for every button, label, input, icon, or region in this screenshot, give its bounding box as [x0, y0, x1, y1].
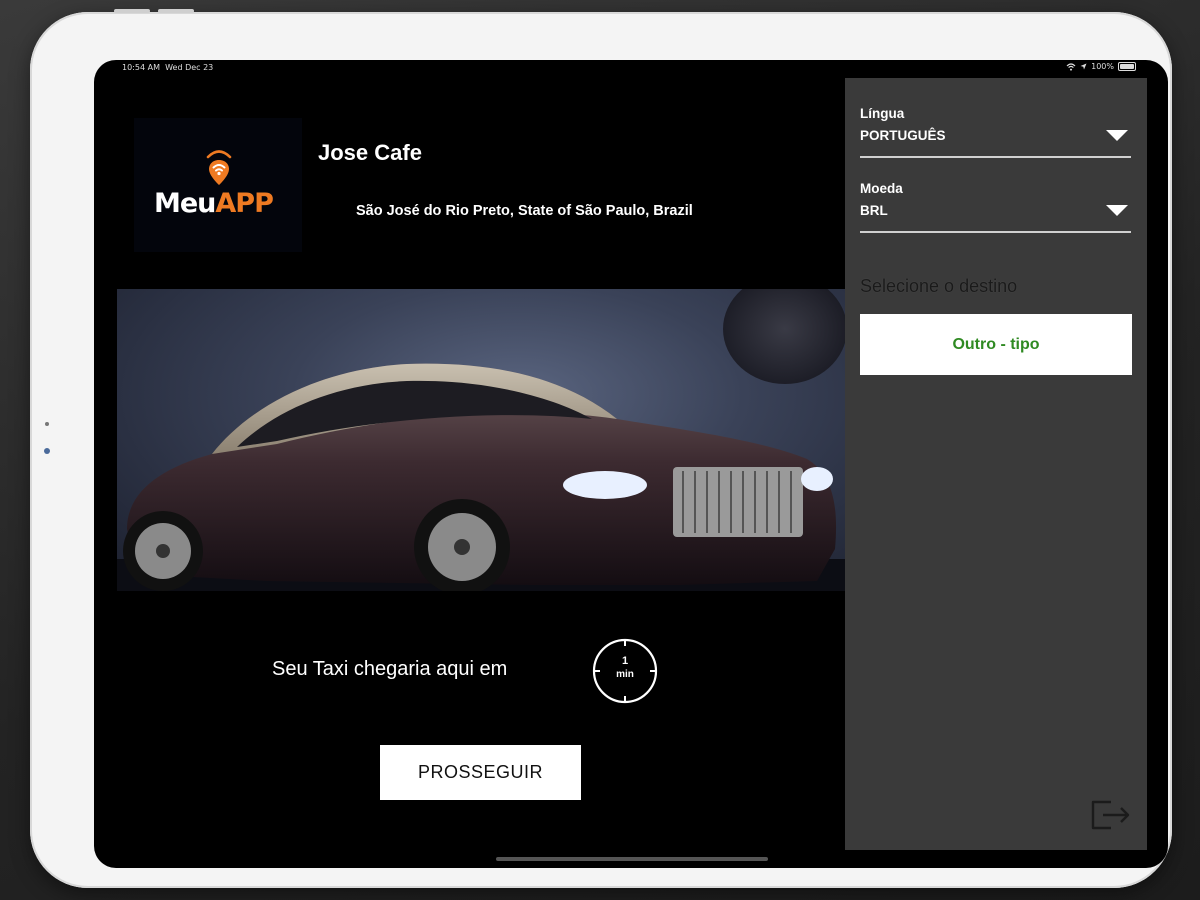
front-hub: [454, 539, 470, 555]
tree-silhouette: [723, 289, 845, 384]
location-icon: [1080, 63, 1087, 70]
currency-label: Moeda: [860, 181, 903, 196]
brand-logo: MeuAPP: [134, 118, 302, 252]
volume-button-top: [114, 9, 150, 13]
tablet-frame: 10:54 AM Wed Dec 23 100% MeuAPP Jose Caf…: [30, 9, 1172, 888]
status-bar: 10:54 AM Wed Dec 23 100%: [94, 60, 1168, 76]
logo-text: MeuAPP: [154, 188, 274, 219]
logo-text-meu: Meu: [154, 188, 216, 219]
currency-select[interactable]: Moeda BRL: [860, 181, 1131, 233]
currency-value: BRL: [860, 203, 888, 218]
status-time-value: 10:54 AM: [122, 63, 160, 72]
chevron-down-icon: [1106, 205, 1128, 216]
language-value: PORTUGUÊS: [860, 128, 946, 143]
car-grille: [673, 467, 803, 537]
side-dot: [45, 422, 49, 426]
eta-text: Seu Taxi chegaria aqui em: [272, 658, 508, 680]
eta-value: 1: [621, 655, 629, 667]
headlight-left: [563, 471, 647, 499]
proceed-button[interactable]: PROSSEGUIR: [380, 745, 581, 800]
chevron-down-icon: [1106, 130, 1128, 141]
headlight-right: [801, 467, 833, 491]
luxury-car-photo: [117, 289, 845, 591]
destination-other-button[interactable]: Outro - tipo: [860, 314, 1132, 375]
battery-percent: 100%: [1091, 62, 1114, 71]
logout-icon: [1091, 800, 1130, 830]
logout-button[interactable]: [1089, 796, 1133, 834]
eta-timer: 1 min: [591, 637, 659, 705]
destination-title: Selecione o destino: [860, 276, 1018, 296]
settings-panel: Língua PORTUGUÊS Moeda BRL Selecione o d…: [845, 78, 1147, 850]
status-right: 100%: [1066, 62, 1136, 71]
camera-dot: [44, 448, 50, 454]
wifi-icon: [1066, 62, 1076, 71]
shop-address: São José do Rio Preto, State of São Paul…: [356, 203, 693, 219]
car-illustration: [117, 289, 845, 591]
logo-text-app: APP: [215, 188, 273, 219]
rear-hub: [156, 544, 170, 558]
battery-icon: [1118, 62, 1136, 71]
status-date: Wed Dec 23: [165, 63, 214, 72]
status-time: 10:54 AM Wed Dec 23: [122, 63, 213, 72]
eta-unit: min: [616, 669, 634, 680]
screen: 10:54 AM Wed Dec 23 100% MeuAPP Jose Caf…: [94, 60, 1168, 868]
home-indicator[interactable]: [496, 857, 768, 861]
location-pin-wifi-icon: [206, 150, 232, 185]
volume-button-second: [158, 9, 194, 13]
language-select[interactable]: Língua PORTUGUÊS: [860, 106, 1131, 158]
shop-name: Jose Cafe: [318, 140, 422, 165]
language-label: Língua: [860, 106, 905, 121]
